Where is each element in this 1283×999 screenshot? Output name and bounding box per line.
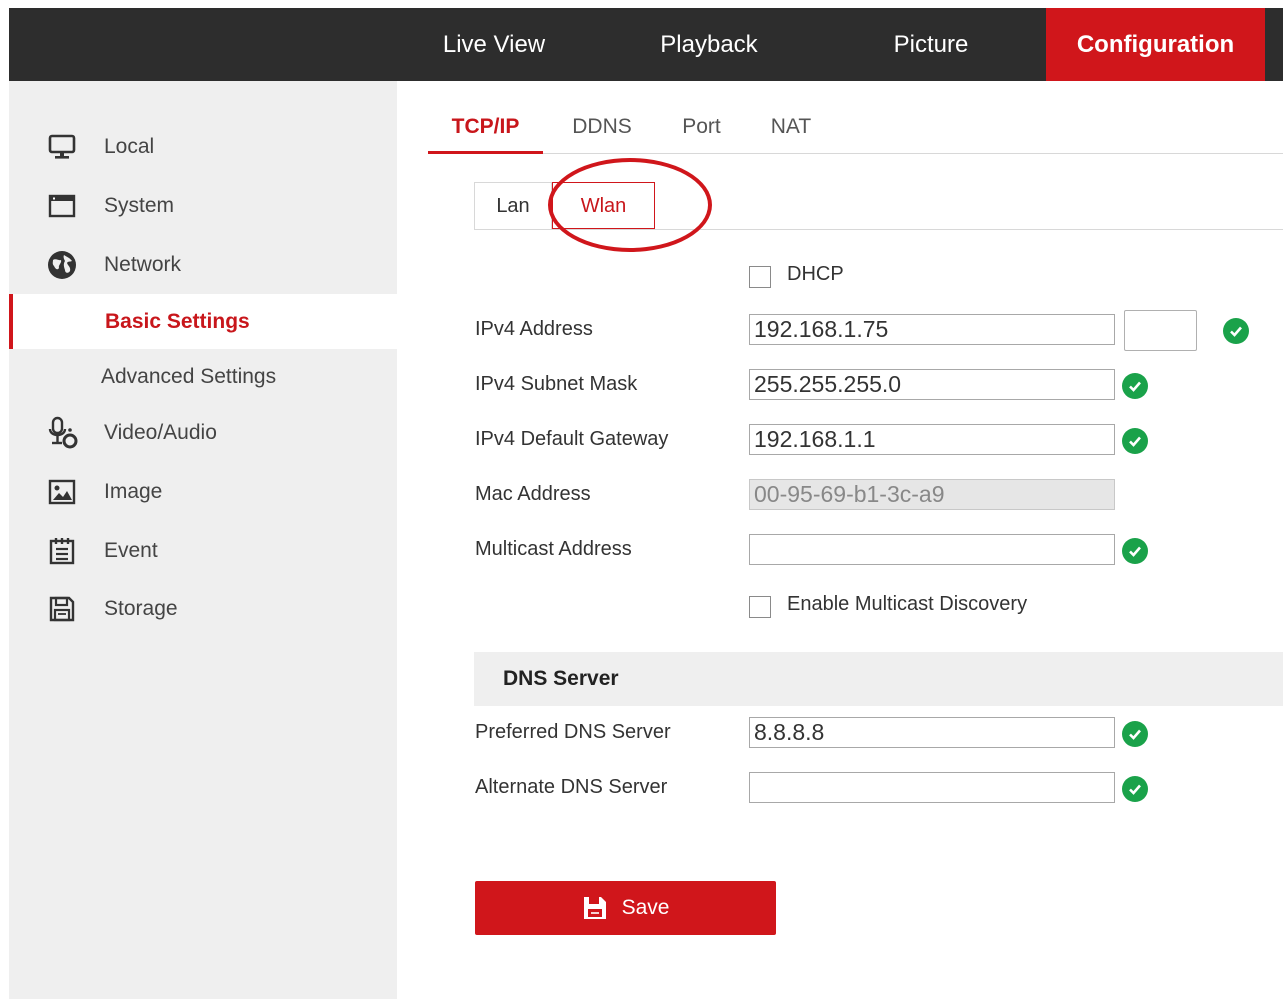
sidebar-item-label: Event: [104, 539, 158, 562]
sidebar-item-label: Local: [104, 135, 155, 158]
microphone-icon: [44, 415, 80, 451]
ipv4-subnet-mask-input[interactable]: [749, 369, 1115, 400]
interface-subtabs: Lan Wlan: [474, 182, 1283, 230]
nav-live-view[interactable]: Live View: [419, 8, 569, 81]
sidebar-item-video-audio[interactable]: Video/Audio: [0, 405, 388, 461]
sidebar-item-label: System: [104, 194, 175, 217]
sidebar-item-label: Advanced Settings: [101, 365, 277, 388]
window-icon: [44, 188, 80, 224]
check-ok-icon: [1122, 538, 1148, 564]
dns-server-heading: DNS Server: [503, 667, 619, 690]
subtab-wlan[interactable]: Wlan: [552, 182, 655, 229]
floppy-disk-icon: [44, 591, 80, 627]
preferred-dns-input[interactable]: [749, 717, 1115, 748]
ipv4-address-label: IPv4 Address: [475, 318, 593, 340]
check-ok-icon: [1122, 721, 1148, 747]
preferred-dns-label: Preferred DNS Server: [475, 721, 671, 743]
multicast-address-label: Multicast Address: [475, 538, 632, 560]
mac-address-input: [749, 479, 1115, 510]
sidebar-item-event[interactable]: Event: [0, 523, 388, 579]
check-ok-icon: [1223, 318, 1249, 344]
save-label: Save: [621, 896, 670, 919]
ipv4-default-gateway-label: IPv4 Default Gateway: [475, 428, 669, 450]
check-ok-icon: [1122, 428, 1148, 454]
alternate-dns-label: Alternate DNS Server: [475, 776, 668, 798]
nav-playback[interactable]: Playback: [639, 8, 779, 81]
calendar-icon: [44, 533, 80, 569]
mac-address-label: Mac Address: [475, 483, 591, 505]
sidebar-item-image[interactable]: Image: [0, 464, 388, 520]
sidebar-item-local[interactable]: Local: [0, 119, 388, 175]
globe-icon: [44, 247, 80, 283]
sidebar-item-storage[interactable]: Storage: [0, 581, 388, 637]
test-button[interactable]: [1124, 310, 1197, 351]
subtab-lan[interactable]: Lan: [474, 182, 552, 229]
multicast-discovery-label: Enable Multicast Discovery: [787, 593, 1028, 615]
ipv4-default-gateway-input[interactable]: [749, 424, 1115, 455]
sidebar-item-system[interactable]: System: [0, 178, 388, 234]
sidebar-item-label: Storage: [104, 597, 178, 620]
check-ok-icon: [1122, 776, 1148, 802]
multicast-address-input[interactable]: [749, 534, 1115, 565]
floppy-disk-icon: [582, 895, 608, 921]
tab-port[interactable]: Port: [668, 100, 735, 154]
dns-server-section-header: DNS Server: [474, 652, 1283, 706]
monitor-icon: [44, 129, 80, 165]
sidebar-item-network[interactable]: Network: [0, 237, 388, 293]
sidebar-item-label: Video/Audio: [104, 421, 217, 444]
sidebar-item-label: Network: [104, 253, 182, 276]
dhcp-checkbox[interactable]: [749, 266, 771, 288]
tab-nat[interactable]: NAT: [756, 100, 826, 154]
save-button[interactable]: Save: [475, 881, 776, 935]
sidebar-item-label: Basic Settings: [105, 309, 250, 333]
ipv4-address-input[interactable]: [749, 314, 1115, 345]
ipv4-subnet-mask-label: IPv4 Subnet Mask: [475, 373, 638, 395]
sidebar-item-basic-settings[interactable]: Basic Settings: [9, 294, 397, 349]
sidebar-item-advanced-settings[interactable]: Advanced Settings: [0, 349, 388, 405]
sidebar-item-label: Image: [104, 480, 163, 503]
tab-ddns[interactable]: DDNS: [556, 100, 648, 154]
nav-picture[interactable]: Picture: [871, 8, 991, 81]
image-icon: [44, 474, 80, 510]
dhcp-label: DHCP: [787, 263, 844, 285]
tab-tcp-ip[interactable]: TCP/IP: [428, 100, 543, 154]
check-ok-icon: [1122, 373, 1148, 399]
multicast-discovery-checkbox[interactable]: [749, 596, 771, 618]
nav-configuration[interactable]: Configuration: [1046, 8, 1265, 81]
top-navigation-bar: Live View Playback Picture Configuration: [9, 8, 1283, 81]
alternate-dns-input[interactable]: [749, 772, 1115, 803]
network-tabs: TCP/IP DDNS Port NAT: [428, 100, 1283, 154]
